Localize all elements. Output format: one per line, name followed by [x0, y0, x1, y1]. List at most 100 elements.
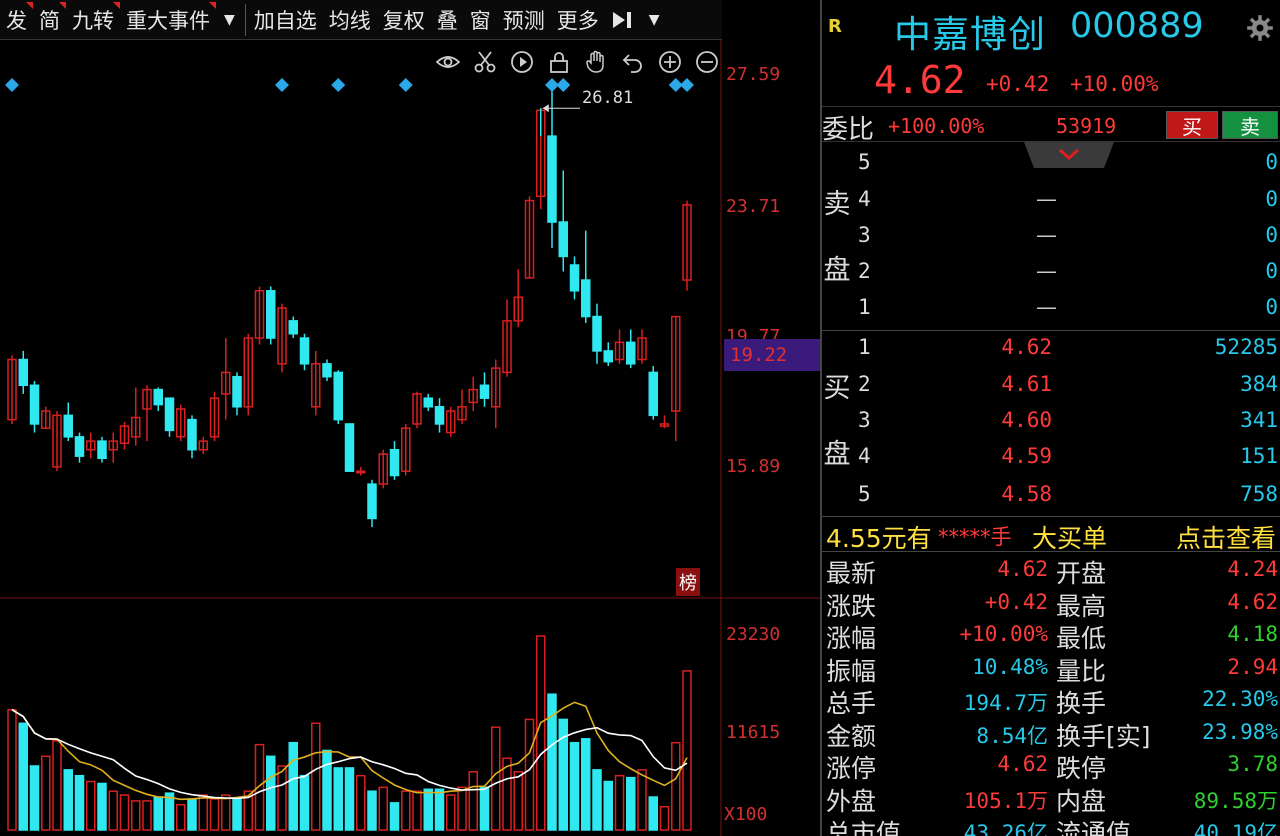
- volume-bar: [378, 786, 388, 831]
- stat-value: 10.48%: [972, 654, 1048, 679]
- major-events-dropdown-icon[interactable]: ▼: [216, 12, 243, 28]
- stat-row: 总手 194.7万 换手 22.30%: [822, 684, 1280, 718]
- volume-axis-label: 23230: [726, 624, 781, 645]
- toolbar-jiuzhuan[interactable]: 九转: [66, 0, 120, 40]
- weibi-pct: +100.00%: [888, 114, 985, 138]
- candle-body: [626, 341, 636, 365]
- stat-label: 外盘: [826, 786, 877, 816]
- stat-label: 最新: [826, 559, 877, 588]
- candle-body: [187, 418, 197, 451]
- volume-bar: [209, 798, 220, 831]
- ask-level: 2: [858, 259, 871, 283]
- volume-bar: [311, 722, 321, 831]
- stat-value: 4.62: [997, 557, 1048, 581]
- ask-row[interactable]: 4 — 0: [822, 183, 1280, 219]
- bid-row[interactable]: 2 4.61 384: [822, 368, 1280, 404]
- toolbar-major-events[interactable]: 重大事件: [120, 0, 216, 40]
- rank-badge[interactable]: 榜: [676, 568, 700, 596]
- ask-level: 5: [858, 150, 871, 174]
- ask-row[interactable]: 3 — 0: [822, 219, 1280, 255]
- volume-bar: [86, 780, 96, 831]
- toolbar-overlay[interactable]: 叠: [431, 0, 464, 40]
- more-dropdown-icon[interactable]: ▼: [641, 12, 668, 28]
- big-order-view-link[interactable]: 点击查看: [1176, 519, 1276, 555]
- kline-chart[interactable]: 27.59 23.71 19.77 15.89 19.22 26.81 榜 23…: [0, 40, 820, 836]
- zoom-out-icon[interactable]: [691, 46, 722, 77]
- hand-icon[interactable]: [580, 46, 611, 77]
- ask-price: —: [1036, 187, 1057, 211]
- toolbar-adjust[interactable]: 复权: [377, 0, 431, 40]
- volume-bar: [524, 718, 535, 831]
- stock-name: 中嘉博创: [894, 13, 1046, 56]
- stat-value: 4.24: [1227, 557, 1278, 581]
- eye-icon[interactable]: [432, 46, 463, 77]
- stat-row: 金额 8.54亿 换手[实] 23.98%: [822, 717, 1280, 751]
- stat-label: 金额: [826, 721, 877, 751]
- stat-value: 2.94: [1227, 654, 1278, 679]
- volume-bar: [468, 771, 478, 831]
- price-change: +0.42: [986, 72, 1050, 96]
- volume-bar: [367, 790, 377, 831]
- bid-volume: 758: [1240, 482, 1278, 506]
- event-marker-icon: [331, 78, 346, 92]
- volume-bar: [322, 749, 332, 831]
- stat-value: 40.19亿: [1193, 821, 1278, 836]
- stat-label: 振幅: [826, 656, 877, 686]
- volume-bar: [333, 767, 343, 831]
- stat-label: 涨停: [826, 754, 877, 783]
- volume-bar: [299, 774, 310, 831]
- skip-end-icon[interactable]: [605, 0, 641, 40]
- volume-bar: [232, 798, 242, 831]
- volume-bar: [142, 800, 152, 831]
- toolbar-add-watchlist[interactable]: 加自选: [248, 0, 323, 40]
- bid-row[interactable]: 5 4.58 758: [822, 478, 1280, 514]
- stat-value: 8.54亿: [976, 723, 1048, 748]
- candle-body: [367, 483, 377, 520]
- toolbar-fa[interactable]: 发: [0, 0, 33, 40]
- ask-volume: 0: [1265, 259, 1278, 283]
- toolbar-more[interactable]: 更多: [551, 0, 605, 40]
- sell-button[interactable]: 卖: [1222, 111, 1278, 139]
- stat-value: 89.58万: [1193, 788, 1278, 813]
- volume-bar: [18, 722, 28, 831]
- stat-value: 4.62: [997, 752, 1048, 776]
- ask-row[interactable]: 2 — 0: [822, 255, 1280, 291]
- candle-body: [266, 290, 276, 339]
- play-icon[interactable]: [506, 46, 537, 77]
- toolbar-jian[interactable]: 简: [33, 0, 66, 40]
- event-marker-icon: [680, 78, 694, 92]
- undo-icon[interactable]: [617, 46, 648, 77]
- bid-row[interactable]: 3 4.60 341: [822, 404, 1280, 440]
- toolbar-window[interactable]: 窗: [464, 0, 497, 40]
- big-order-banner[interactable]: 4.55元有 *****手 大买单 点击查看: [822, 516, 1280, 555]
- bid-row[interactable]: 1 4.62 52285: [822, 331, 1280, 367]
- stat-row: 外盘 105.1万 内盘 89.58万: [822, 782, 1280, 816]
- ask-row[interactable]: 1 — 0: [822, 291, 1280, 327]
- ask-level: 4: [858, 187, 871, 211]
- price-axis-label: 23.71: [726, 196, 781, 217]
- lock-icon[interactable]: [543, 46, 574, 77]
- candle-body: [603, 350, 613, 363]
- bid-level: 3: [858, 408, 871, 432]
- volume-bar: [491, 726, 501, 831]
- bid-volume: 384: [1240, 372, 1278, 396]
- bid-price: 4.58: [1001, 482, 1052, 506]
- stat-value: +0.42: [984, 589, 1048, 614]
- ask-price: —: [1036, 295, 1057, 319]
- ask-row[interactable]: 5 0: [822, 146, 1280, 182]
- quote-panel: R 中嘉博创 000889 4.62 +0.42 +10.00% 委比 +100…: [820, 0, 1280, 836]
- ask-price: —: [1036, 259, 1057, 283]
- buy-button[interactable]: 买: [1166, 111, 1218, 139]
- gear-icon[interactable]: [1246, 14, 1274, 42]
- kline-svg[interactable]: [0, 40, 820, 836]
- stat-label: 开盘: [1056, 559, 1107, 588]
- bid-volume: 52285: [1214, 335, 1278, 359]
- toolbar-forecast[interactable]: 预测: [497, 0, 551, 40]
- bid-row[interactable]: 4 4.59 151: [822, 440, 1280, 476]
- stat-value: 105.1万: [963, 788, 1048, 813]
- zoom-in-icon[interactable]: [654, 46, 685, 77]
- volume-bar: [401, 790, 411, 831]
- scissors-icon[interactable]: [469, 46, 500, 77]
- candle-body: [153, 388, 163, 406]
- toolbar-moving-average[interactable]: 均线: [323, 0, 377, 40]
